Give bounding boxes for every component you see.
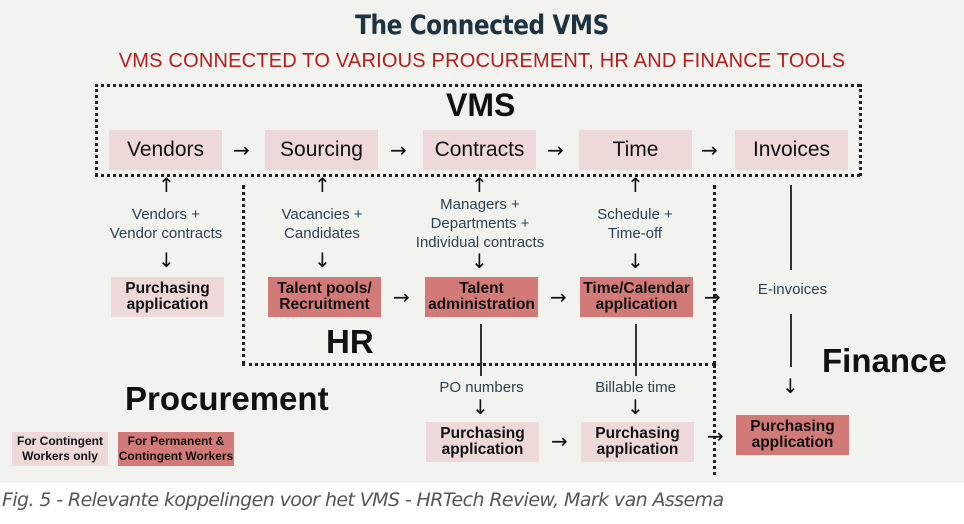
- finance-boundary: [713, 365, 716, 475]
- app-time-calendar[interactable]: Time/Calendar application: [580, 277, 693, 317]
- note-time: Schedule + Time-off: [597, 206, 673, 242]
- vms-module-sourcing[interactable]: Sourcing: [265, 130, 378, 170]
- zone-label-finance: Finance: [822, 342, 947, 379]
- arrow-up-icon: ↑: [627, 173, 644, 197]
- legend-permanent-and-contingent: For Permanent & Contingent Workers: [118, 432, 234, 466]
- arrow-down-icon: ↓: [471, 249, 488, 273]
- note-vendors: Vendors + Vendor contracts: [109, 206, 223, 242]
- app-finance-purchasing[interactable]: Purchasing application: [736, 415, 849, 455]
- arrow-right-icon: →: [390, 138, 407, 162]
- arrow-down-icon: ↓: [627, 249, 644, 273]
- arrow-right-icon: →: [551, 429, 568, 453]
- arrow-up-icon: ↑: [158, 173, 175, 197]
- figure-caption: Fig. 5 - Relevante koppelingen voor het …: [2, 489, 724, 511]
- app-talent-administration[interactable]: Talent administration: [425, 277, 538, 317]
- note-sourcing: Vacancies + Candidates: [281, 206, 363, 242]
- arrow-down-icon: ↓: [782, 374, 799, 398]
- arrow-down-icon: ↓: [472, 395, 489, 419]
- vms-boundary-left: [95, 84, 98, 176]
- arrow-down-icon: ↓: [158, 248, 175, 272]
- app-purchasing-po[interactable]: Purchasing application: [426, 422, 539, 462]
- connector-line: [635, 324, 637, 376]
- arrow-right-icon: →: [547, 138, 564, 162]
- arrow-right-icon: →: [704, 285, 721, 309]
- diagram-subtitle: VMS CONNECTED TO VARIOUS PROCUREMENT, HR…: [118, 50, 846, 72]
- vms-module-vendors[interactable]: Vendors: [109, 130, 222, 170]
- app-purchasing-billable[interactable]: Purchasing application: [581, 422, 694, 462]
- arrow-right-icon: →: [701, 138, 718, 162]
- arrow-down-icon: ↓: [627, 395, 644, 419]
- diagram-canvas: The Connected VMS VMS CONNECTED TO VARIO…: [0, 0, 964, 483]
- zone-label-hr: HR: [326, 323, 374, 360]
- arrow-right-icon: →: [550, 285, 567, 309]
- zone-label-procurement: Procurement: [125, 380, 329, 417]
- connector-line: [790, 185, 792, 270]
- vms-module-contracts[interactable]: Contracts: [423, 130, 536, 170]
- vms-module-time[interactable]: Time: [579, 130, 692, 170]
- hr-boundary-left: [242, 185, 245, 365]
- vms-module-invoices[interactable]: Invoices: [735, 130, 848, 170]
- app-talent-pools[interactable]: Talent pools/ Recruitment: [268, 277, 381, 317]
- arrow-right-icon: →: [707, 424, 724, 448]
- arrow-right-icon: →: [233, 138, 250, 162]
- app-procurement-purchasing[interactable]: Purchasing application: [111, 277, 224, 317]
- diagram-title: The Connected VMS: [355, 10, 609, 41]
- hr-boundary-bottom: [242, 363, 715, 366]
- note-contracts: Managers + Departments + Individual cont…: [415, 196, 545, 251]
- legend-contingent-only: For Contingent Workers only: [12, 432, 108, 466]
- zone-label-vms: VMS: [446, 87, 516, 123]
- arrow-right-icon: →: [393, 285, 410, 309]
- arrow-up-icon: ↑: [471, 173, 488, 197]
- hr-boundary-right: [713, 185, 716, 365]
- connector-line: [790, 314, 792, 367]
- arrow-down-icon: ↓: [314, 248, 331, 272]
- arrow-up-icon: ↑: [314, 173, 331, 197]
- note-e-invoices: E-invoices: [757, 281, 828, 298]
- connector-line: [480, 324, 482, 376]
- vms-boundary-right: [859, 84, 862, 176]
